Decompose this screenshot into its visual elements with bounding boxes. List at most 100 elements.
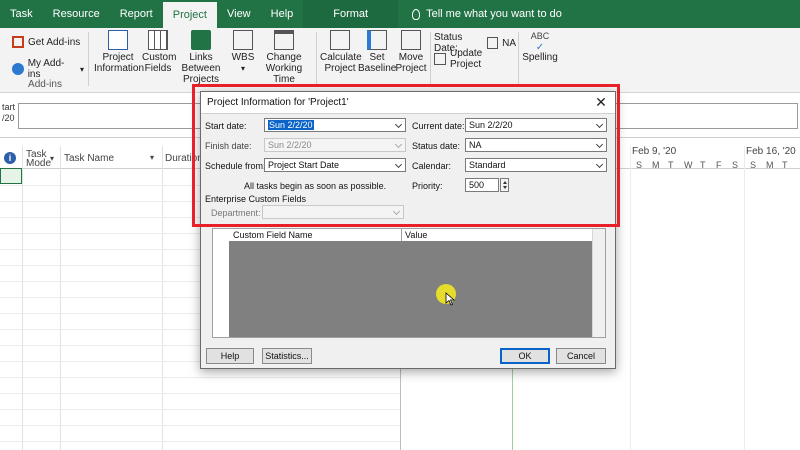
tab-report[interactable]: Report <box>110 0 163 28</box>
spelling-label: Spelling <box>522 52 558 63</box>
chevron-down-icon[interactable]: ▾ <box>50 154 54 163</box>
row-info-header: i <box>0 146 22 169</box>
grid-row-line <box>0 425 400 426</box>
table-icon <box>148 30 168 50</box>
grid-column-line <box>162 146 163 450</box>
group-addins: Get Add-ins My Add-ins ▾ Add-ins <box>6 28 84 92</box>
custom-fields-button[interactable]: Custom Fields <box>142 30 177 74</box>
col-header-custom-field-name: Custom Field Name <box>233 230 313 240</box>
my-addins-button[interactable]: My Add-ins ▾ <box>12 58 84 80</box>
update-project-label: Update Project <box>449 48 483 70</box>
calculate-project-button[interactable]: Calculate Project <box>320 30 362 74</box>
my-addins-label: My Add-ins <box>27 58 65 80</box>
tab-view[interactable]: View <box>217 0 261 28</box>
custom-fields-table[interactable]: Custom Field Name Value <box>212 228 606 338</box>
gantt-day: T <box>782 160 788 170</box>
label-line1: Project <box>102 52 134 63</box>
timeline-start-label: tart <box>2 102 16 112</box>
group-label-addins: Add-ins <box>28 79 62 90</box>
grid-column-line <box>60 146 61 450</box>
abc-check-icon: ABC ✓ <box>520 30 560 53</box>
gantt-day: S <box>636 160 643 170</box>
group-separator <box>518 32 519 86</box>
gantt-day: S <box>732 160 739 170</box>
info-icon <box>108 30 128 50</box>
change-working-time-button[interactable]: Change Working Time <box>256 30 312 85</box>
get-addins-button[interactable]: Get Add-ins <box>12 36 80 48</box>
group-schedule: Calculate Project Set Baseline Move Proj… <box>318 28 428 92</box>
tell-me-box[interactable]: Tell me what you want to do <box>398 0 562 28</box>
tab-resource[interactable]: Resource <box>43 0 110 28</box>
gantt-day: W <box>684 160 693 170</box>
statistics-button[interactable]: Statistics... <box>262 348 312 364</box>
label-line2: Information <box>94 63 145 74</box>
custom-fields-body[interactable] <box>229 241 595 337</box>
label-line1: Calculate <box>320 52 362 63</box>
group-separator <box>430 32 431 86</box>
wbs-label: WBS <box>231 52 255 63</box>
label-line1: Change <box>266 52 302 63</box>
get-addins-label: Get Add-ins <box>28 36 81 48</box>
gantt-week-line <box>630 146 631 450</box>
col-header-task-name[interactable]: Task Name ▾ <box>60 146 162 169</box>
tab-format[interactable]: Format <box>303 0 399 28</box>
label-line2: Project <box>324 63 356 74</box>
baseline-icon <box>367 30 387 50</box>
update-project-button[interactable]: Update Project <box>434 48 516 70</box>
col-header-task-mode[interactable]: Task Mode ▾ <box>22 146 60 169</box>
group-status: Status Date: NA Update Project <box>432 28 516 92</box>
tab-project[interactable]: Project <box>162 0 217 28</box>
chevron-down-icon: ▾ <box>79 64 84 74</box>
grid-row-line <box>0 377 400 378</box>
cancel-button[interactable]: Cancel <box>556 348 606 364</box>
move-project-button[interactable]: Move Project <box>394 30 428 74</box>
selected-row-cell[interactable] <box>0 168 22 184</box>
project-link-icon <box>191 30 211 50</box>
chevron-down-icon[interactable]: ▾ <box>150 153 154 162</box>
highlight-annotation-box <box>192 84 620 227</box>
gantt-day: M <box>766 160 774 170</box>
grid-row-line <box>0 409 400 410</box>
set-baseline-button[interactable]: Set Baseline <box>358 30 396 74</box>
group-properties: Project Information Custom Fields Links … <box>90 28 314 92</box>
col-header-text: Task Name <box>64 153 115 164</box>
puzzle-icon <box>12 63 24 75</box>
vertical-scrollbar[interactable] <box>592 229 605 337</box>
wbs-button[interactable]: WBS ▾ <box>228 30 258 74</box>
links-between-projects-button[interactable]: Links Between Projects <box>174 30 228 85</box>
info-icon: i <box>4 152 16 164</box>
gantt-week-label: Feb 16, '20 <box>746 146 796 157</box>
group-proofing: ABC ✓ Spelling <box>520 28 560 92</box>
label-line2: Fields <box>144 63 172 74</box>
label-line1: Set <box>369 52 385 63</box>
help-button[interactable]: Help <box>206 348 254 364</box>
label-line1: Move <box>398 52 424 63</box>
store-icon <box>12 36 24 48</box>
label-line2: Project <box>395 63 427 74</box>
group-separator <box>316 32 317 86</box>
grid-column-line <box>22 146 23 450</box>
label-line2: Baseline <box>358 63 397 74</box>
label-line2: Working Time <box>265 63 303 85</box>
gantt-day: T <box>668 160 674 170</box>
col-header-line2: Mode <box>26 158 52 169</box>
label-line1: Custom <box>142 52 177 63</box>
tab-task[interactable]: Task <box>0 0 43 28</box>
move-icon <box>401 30 421 50</box>
grid-row-line <box>0 393 400 394</box>
tell-me-text: Tell me what you want to do <box>426 8 562 20</box>
gantt-day: M <box>652 160 660 170</box>
gantt-day: F <box>716 160 722 170</box>
ok-button[interactable]: OK <box>500 348 550 364</box>
calculator-icon <box>330 30 350 50</box>
project-information-button[interactable]: Project Information <box>94 30 145 74</box>
abc-text: ABC <box>530 31 550 41</box>
mouse-pointer-icon <box>445 292 455 306</box>
spelling-button[interactable]: ABC ✓ Spelling <box>520 30 560 63</box>
tab-help[interactable]: Help <box>261 0 304 28</box>
col-header-value: Value <box>405 230 428 240</box>
grid-row-line <box>0 441 400 442</box>
column-divider <box>401 229 402 241</box>
timeline-start-date: /20 <box>2 113 15 123</box>
ribbon-tab-bar: Task Resource Report Project View Help F… <box>0 0 800 28</box>
